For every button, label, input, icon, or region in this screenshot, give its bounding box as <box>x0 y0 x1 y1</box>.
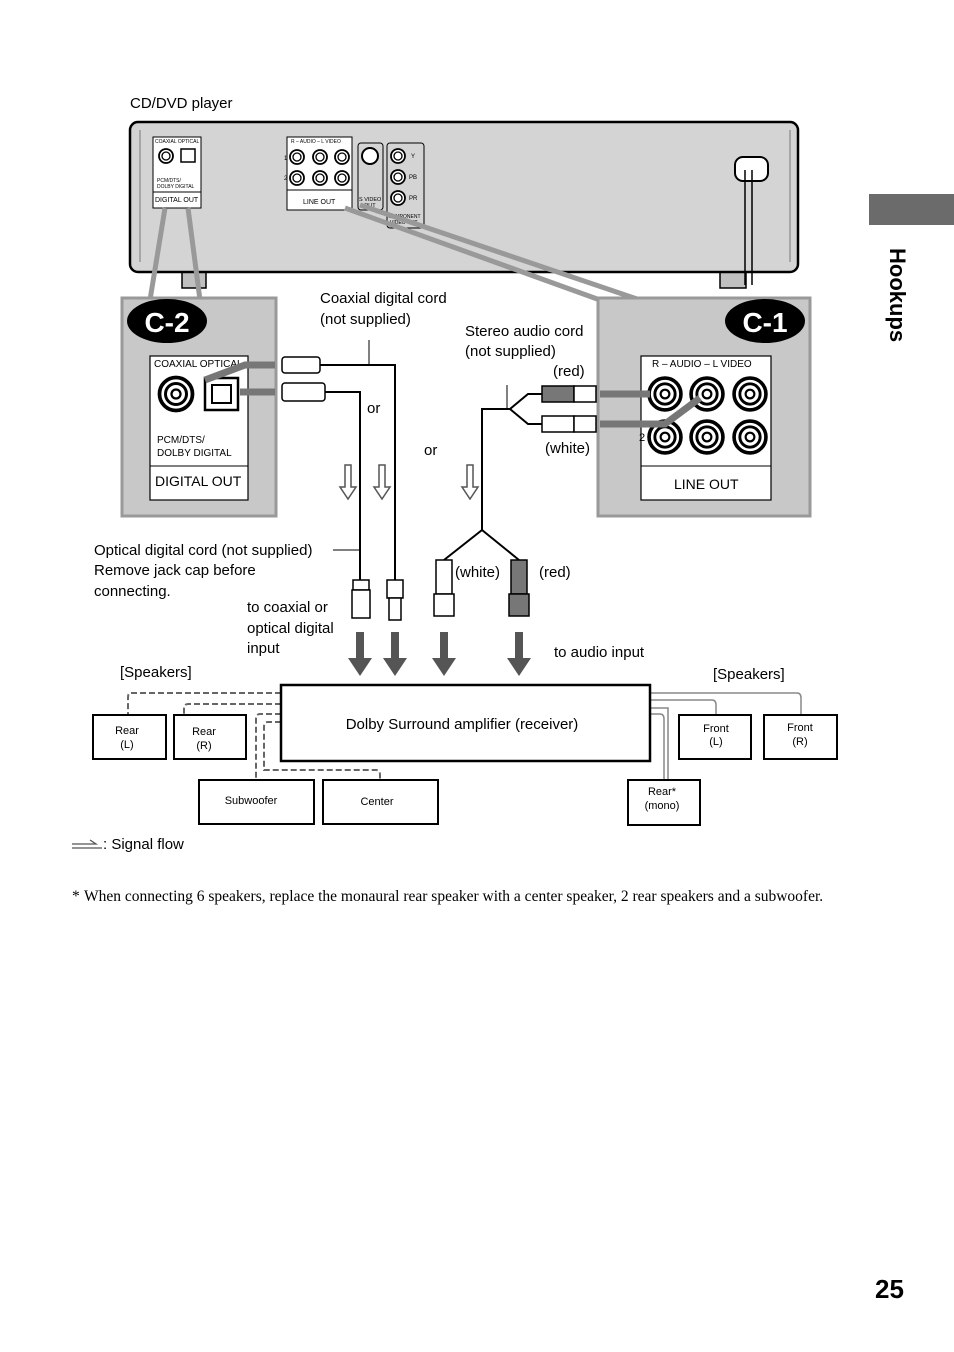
svg-text:connecting.: connecting. <box>94 583 171 600</box>
svg-text:2: 2 <box>639 432 645 444</box>
stereo-cord <box>433 385 597 617</box>
player-label: CD/DVD player <box>130 95 233 112</box>
svg-text:R – AUDIO – L VIDEO: R – AUDIO – L VIDEO <box>652 359 752 370</box>
speaker-front-left: Front (L) <box>678 714 752 760</box>
speaker-center: Center <box>322 779 439 825</box>
svg-text:(not supplied): (not supplied) <box>320 311 411 328</box>
svg-text:(red): (red) <box>553 363 585 380</box>
svg-text:or: or <box>424 442 437 459</box>
footnote: * When connecting 6 speakers, replace th… <box>72 888 824 905</box>
svg-text:(mono): (mono) <box>645 800 680 812</box>
speaker-rear-right: Rear (R) <box>173 714 247 760</box>
speaker-rear-left: Rear (L) <box>92 714 167 760</box>
svg-text:Front: Front <box>703 723 729 735</box>
svg-text:Y: Y <box>411 154 415 160</box>
svg-text:DIGITAL OUT: DIGITAL OUT <box>155 197 199 204</box>
svg-text:DOLBY DIGITAL: DOLBY DIGITAL <box>157 184 195 190</box>
svg-text:Coaxial digital cord: Coaxial digital cord <box>320 290 447 307</box>
svg-text:optical digital: optical digital <box>247 620 334 637</box>
svg-text:PR: PR <box>409 196 418 202</box>
svg-text:(red): (red) <box>539 564 571 581</box>
speaker-rear-mono: Rear* (mono) <box>627 779 701 826</box>
svg-text:Subwoofer: Subwoofer <box>225 795 278 807</box>
svg-text:DOLBY DIGITAL: DOLBY DIGITAL <box>157 448 232 459</box>
svg-text:(white): (white) <box>455 564 500 581</box>
svg-text:Dolby Surround amplifier (rece: Dolby Surround amplifier (receiver) <box>346 716 579 733</box>
svg-text:Center: Center <box>360 796 393 808</box>
svg-text:or: or <box>367 400 380 417</box>
cd-dvd-player: COAXIAL OPTICAL PCM/DTS/ DOLBY DIGITAL D… <box>128 120 800 289</box>
svg-text:(R): (R) <box>196 740 211 752</box>
c1-panel: C-1 R – AUDIO – L VIDEO 2 LINE OUT <box>596 296 812 518</box>
svg-text:Rear: Rear <box>115 725 139 737</box>
svg-text:to audio input: to audio input <box>554 644 645 661</box>
svg-text:COAXIAL OPTICAL: COAXIAL OPTICAL <box>155 139 199 145</box>
svg-text:input: input <box>247 640 280 657</box>
svg-text:DIGITAL OUT: DIGITAL OUT <box>155 473 242 489</box>
svg-text:PB: PB <box>409 175 417 181</box>
svg-text:[Speakers]: [Speakers] <box>713 666 785 683</box>
svg-text:Stereo audio cord: Stereo audio cord <box>465 323 583 340</box>
svg-text:(L): (L) <box>120 739 133 751</box>
svg-text:C-1: C-1 <box>742 307 787 338</box>
hookup-diagram: CD/DVD player COAXIAL OPTICAL PCM/DTS/ D… <box>72 95 838 853</box>
svg-text:LINE OUT: LINE OUT <box>674 476 739 492</box>
svg-text:(L): (L) <box>709 736 722 748</box>
input-arrows <box>348 632 531 676</box>
svg-text:(R): (R) <box>792 736 807 748</box>
signal-flow-legend-icon <box>72 839 102 849</box>
speaker-subwoofer: Subwoofer <box>198 779 315 825</box>
c2-panel: C-2 COAXIAL OPTICAL PCM/DTS/ DOLBY DIGIT… <box>120 296 278 518</box>
svg-text:Rear: Rear <box>192 726 216 738</box>
page-number: 25 <box>875 1274 904 1304</box>
svg-text:to coaxial or: to coaxial or <box>247 599 328 616</box>
svg-text:PCM/DTS/: PCM/DTS/ <box>157 435 205 446</box>
svg-text:Remove jack cap before: Remove jack cap before <box>94 562 256 579</box>
svg-text:(white): (white) <box>545 440 590 457</box>
svg-text:Rear*: Rear* <box>648 786 677 798</box>
svg-text:R – AUDIO – L VIDEO: R – AUDIO – L VIDEO <box>291 139 341 145</box>
svg-text:Front: Front <box>787 722 813 734</box>
svg-text:C-2: C-2 <box>144 307 189 338</box>
svg-text:Optical digital cord (not supp: Optical digital cord (not supplied) <box>94 542 312 559</box>
svg-text:LINE OUT: LINE OUT <box>303 199 336 206</box>
svg-text:: Signal flow: : Signal flow <box>103 836 184 853</box>
svg-text:[Speakers]: [Speakers] <box>120 664 192 681</box>
svg-text:(not supplied): (not supplied) <box>465 343 556 360</box>
speaker-front-right: Front (R) <box>763 714 838 760</box>
